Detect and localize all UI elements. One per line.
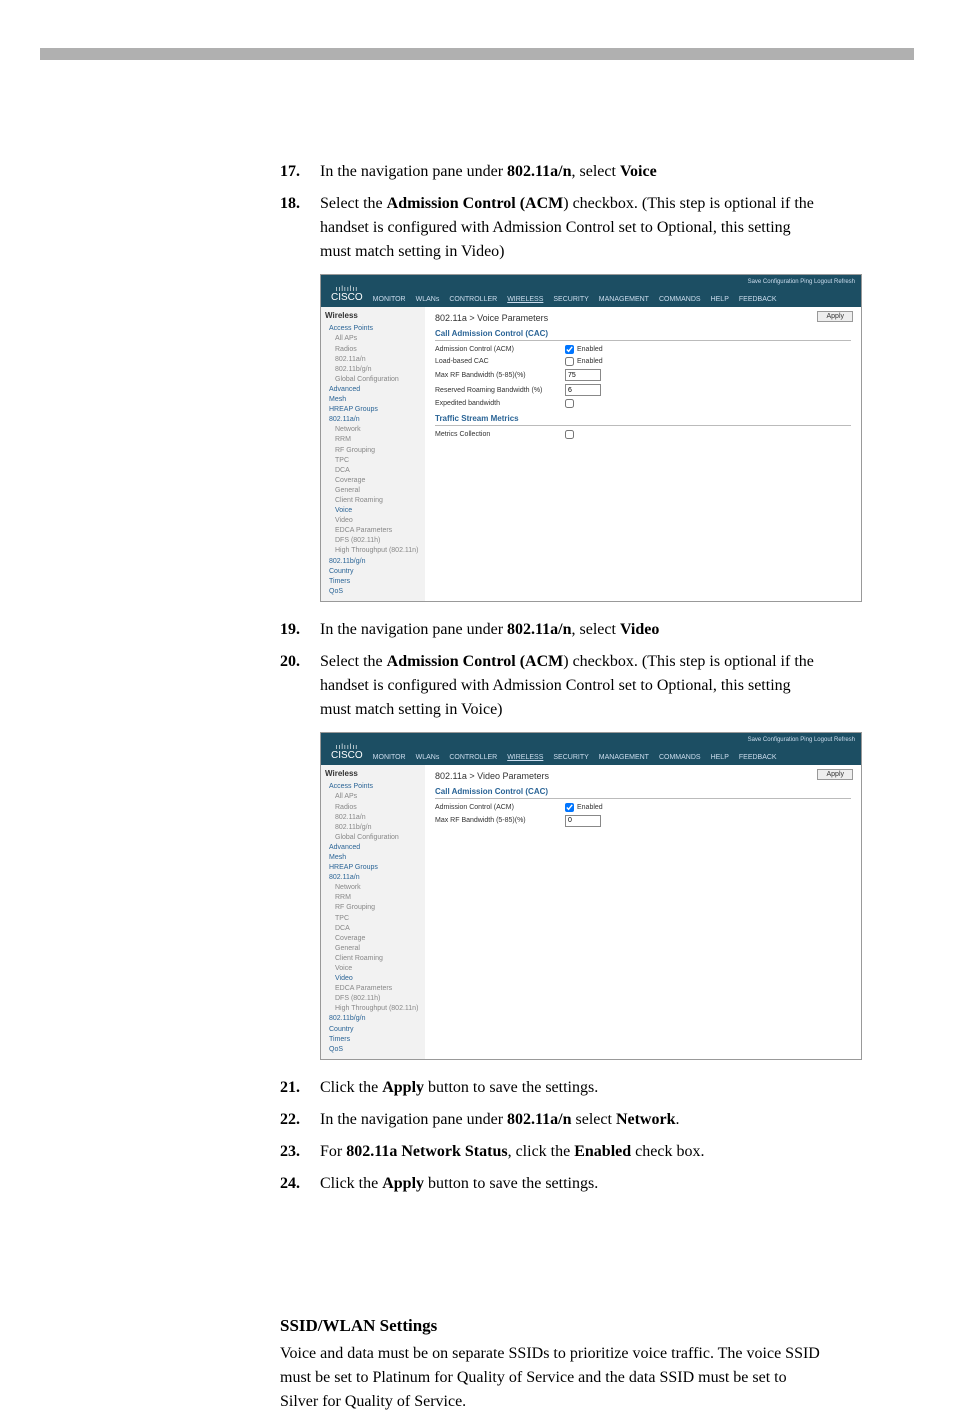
metrics-checkbox[interactable]: [565, 430, 574, 439]
menu-item[interactable]: HELP: [711, 754, 729, 761]
sidebar: Wireless Access Points All APs Radios 80…: [321, 307, 425, 601]
menu-item[interactable]: HELP: [711, 296, 729, 303]
main-panel: Apply 802.11a > Video Parameters Call Ad…: [425, 765, 861, 1059]
step-17: 17. In the navigation pane under 802.11a…: [280, 160, 824, 184]
menu-item[interactable]: MANAGEMENT: [599, 296, 649, 303]
menu-item[interactable]: MANAGEMENT: [599, 754, 649, 761]
step-num: 17.: [280, 160, 320, 184]
menu-item[interactable]: WLANs: [416, 296, 440, 303]
menu-item[interactable]: MONITOR: [373, 754, 406, 761]
page-header-bar: [40, 48, 914, 60]
cisco-logo: ıılıılııCISCO: [321, 282, 373, 307]
menu-item[interactable]: MONITOR: [373, 296, 406, 303]
step-num: 22.: [280, 1108, 320, 1132]
top-links[interactable]: Save Configuration Ping Logout Refresh: [748, 279, 855, 285]
menu-item[interactable]: CONTROLLER: [449, 754, 497, 761]
menu-item[interactable]: FEEDBACK: [739, 296, 777, 303]
step-num: 21.: [280, 1076, 320, 1100]
page-title: 802.11a > Video Parameters: [435, 771, 851, 781]
step-20: 20. Select the Admission Control (ACM) c…: [280, 650, 824, 722]
menu-item[interactable]: WIRELESS: [507, 754, 543, 761]
step-num: 23.: [280, 1140, 320, 1164]
ssid-title: SSID/WLAN Settings: [280, 1316, 824, 1336]
cac-section: Call Admission Control (CAC): [435, 787, 851, 799]
step-num: 20.: [280, 650, 320, 722]
step-23: 23. For 802.11a Network Status, click th…: [280, 1140, 824, 1164]
step-num: 18.: [280, 192, 320, 264]
cisco-voice-screenshot: Save Configuration Ping Logout Refresh ı…: [320, 274, 862, 602]
menu-item[interactable]: COMMANDS: [659, 754, 701, 761]
acm-checkbox[interactable]: [565, 803, 574, 812]
maxrf-input[interactable]: [565, 369, 601, 381]
menu-item[interactable]: COMMANDS: [659, 296, 701, 303]
expedited-checkbox[interactable]: [565, 399, 574, 408]
apply-button[interactable]: Apply: [817, 769, 853, 780]
step-19: 19. In the navigation pane under 802.11a…: [280, 618, 824, 642]
roam-input[interactable]: [565, 384, 601, 396]
step-num: 19.: [280, 618, 320, 642]
ssid-section: SSID/WLAN Settings Voice and data must b…: [280, 1316, 824, 1414]
step-24: 24. Click the Apply button to save the s…: [280, 1172, 824, 1196]
main-menu: MONITOR WLANs CONTROLLER WIRELESS SECURI…: [373, 296, 777, 307]
menu-item[interactable]: SECURITY: [553, 296, 588, 303]
menu-item[interactable]: WIRELESS: [507, 296, 543, 303]
apply-button[interactable]: Apply: [817, 311, 853, 322]
menu-item[interactable]: WLANs: [416, 754, 440, 761]
sidebar: Wireless Access Points All APs Radios 80…: [321, 765, 425, 1059]
menu-item[interactable]: FEEDBACK: [739, 754, 777, 761]
tsm-section: Traffic Stream Metrics: [435, 414, 851, 426]
maxrf-input[interactable]: [565, 815, 601, 827]
load-cac-checkbox[interactable]: [565, 357, 574, 366]
cisco-logo: ıılıılııCISCO: [321, 740, 373, 765]
acm-checkbox[interactable]: [565, 345, 574, 354]
page-title: 802.11a > Voice Parameters: [435, 313, 851, 323]
step-18: 18. Select the Admission Control (ACM) c…: [280, 192, 824, 264]
menu-item[interactable]: SECURITY: [553, 754, 588, 761]
menu-item[interactable]: CONTROLLER: [449, 296, 497, 303]
cac-section: Call Admission Control (CAC): [435, 329, 851, 341]
step-num: 24.: [280, 1172, 320, 1196]
step-22: 22. In the navigation pane under 802.11a…: [280, 1108, 824, 1132]
cisco-video-screenshot: Save Configuration Ping Logout Refresh ı…: [320, 732, 862, 1060]
top-links[interactable]: Save Configuration Ping Logout Refresh: [748, 737, 855, 743]
main-menu: MONITOR WLANs CONTROLLER WIRELESS SECURI…: [373, 754, 777, 765]
main-panel: Apply 802.11a > Voice Parameters Call Ad…: [425, 307, 861, 601]
step-21: 21. Click the Apply button to save the s…: [280, 1076, 824, 1100]
ssid-text: Voice and data must be on separate SSIDs…: [280, 1342, 824, 1414]
